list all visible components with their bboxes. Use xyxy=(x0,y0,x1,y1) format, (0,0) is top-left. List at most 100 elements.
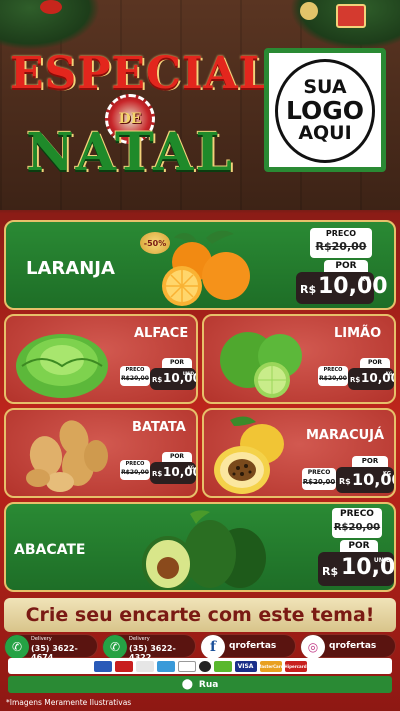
por-label: POR xyxy=(352,456,388,467)
new-price: 10,00 xyxy=(318,274,388,299)
title-especial: ESPECIAL xyxy=(10,48,271,99)
unit: KG xyxy=(383,471,391,477)
facebook-icon: f xyxy=(201,635,225,659)
currency: R$ xyxy=(339,477,351,486)
visa-icon: VISA xyxy=(234,660,257,672)
logo-circle: SUA LOGO AQUI xyxy=(275,59,375,163)
old-price-box: PRECO R$20,00 xyxy=(120,460,150,480)
product-name: BATATA xyxy=(132,420,186,435)
location-pin-icon: ⬤ xyxy=(181,679,193,690)
ornament-icon xyxy=(40,0,62,14)
currency: R$ xyxy=(350,376,361,384)
preco-label: PRECO xyxy=(340,509,374,519)
contact-phone-2[interactable]: ✆ Delivery (35) 3622-4322 xyxy=(102,634,196,662)
facebook-handle: qrofertas xyxy=(229,641,277,651)
old-price-box: PRECO R$20,00 xyxy=(302,468,336,490)
disclaimer: *Imagens Meramente Ilustrativas xyxy=(6,698,132,707)
address-bar[interactable]: ⬤ Rua xyxy=(8,676,392,693)
flyer: ESPECIAL DE NATAL SUA LOGO AQUI LARANJA … xyxy=(0,0,400,711)
contact-phone-1[interactable]: ✆ Delivery (35) 3622-4674 xyxy=(4,634,98,662)
old-price: R$20,00 xyxy=(319,375,347,382)
logo-text-line1: SUA xyxy=(303,75,347,98)
currency: R$ xyxy=(152,470,163,478)
product-name: MARACUJÁ xyxy=(306,428,385,443)
old-price-box: PRECO R$20,00 xyxy=(318,366,348,386)
new-price-box: R$ 10,00 UNID xyxy=(318,552,394,586)
title-natal: NATAL xyxy=(26,122,234,183)
unit: KG xyxy=(187,465,194,470)
phone-icon: ✆ xyxy=(103,635,127,659)
card-icon xyxy=(156,660,175,672)
orange-fruit-image xyxy=(162,230,250,306)
new-price-box: R$ 10,00 KG xyxy=(150,462,196,484)
card-icon xyxy=(198,660,211,672)
por-label: POR xyxy=(162,358,192,368)
old-price-box: PRECO R$20,00 xyxy=(332,508,382,538)
logo-text-line2: LOGO xyxy=(285,95,365,125)
hipercard-icon: Hipercard xyxy=(284,660,307,672)
title-especial-de-natal: ESPECIAL DE NATAL xyxy=(10,48,271,183)
old-price-box: PRECO R$20,00 xyxy=(310,228,372,258)
old-price: R$20,00 xyxy=(121,469,149,476)
address-text: Rua xyxy=(198,679,219,690)
potato-image xyxy=(26,420,108,492)
payment-methods: VISA MasterCard Hipercard xyxy=(8,658,392,674)
card-icon xyxy=(135,660,154,672)
product-card-batata: BATATA PRECO R$20,00 POR R$ 10,00 KG xyxy=(4,408,198,498)
currency: R$ xyxy=(152,376,163,384)
mastercard-icon: MasterCard xyxy=(257,660,284,672)
instagram-handle: qrofertas xyxy=(329,641,377,651)
old-price-box: PRECO R$20,00 xyxy=(120,366,150,386)
old-price: R$20,00 xyxy=(302,478,336,486)
unit: UNID xyxy=(182,371,194,376)
unit: KG xyxy=(360,276,370,283)
old-price: R$20,00 xyxy=(315,240,367,253)
card-icon xyxy=(177,660,196,672)
instagram-icon: ◎ xyxy=(301,635,325,659)
new-price-box: R$ 10,00 KG xyxy=(296,272,388,304)
contact-label: Delivery xyxy=(129,636,150,642)
new-price-box: R$ 10,00 KG xyxy=(348,368,394,390)
gift-icon xyxy=(336,4,366,28)
logo-placeholder: SUA LOGO AQUI xyxy=(264,48,386,172)
preco-label: PRECO xyxy=(125,461,145,467)
header: ESPECIAL DE NATAL SUA LOGO AQUI xyxy=(0,0,400,210)
ornament-icon xyxy=(300,2,318,20)
new-price-box: R$ 10,00 KG xyxy=(336,467,394,493)
card-icon xyxy=(213,660,232,672)
contact-facebook[interactable]: f qrofertas xyxy=(200,634,296,659)
product-name: LARANJA xyxy=(26,258,115,279)
card-icon xyxy=(114,660,133,672)
product-name: ALFACE xyxy=(134,326,189,341)
preco-label: PRECO xyxy=(325,229,357,238)
old-price: R$20,00 xyxy=(333,522,381,533)
contact-instagram[interactable]: ◎ qrofertas xyxy=(300,634,396,659)
preco-label: PRECO xyxy=(323,367,343,373)
unit: KG xyxy=(385,371,392,376)
unit: UNID xyxy=(373,557,391,564)
whatsapp-icon: ✆ xyxy=(5,635,29,659)
product-name: ABACATE xyxy=(14,542,86,558)
product-card-abacate: ABACATE PRECO R$20,00 POR R$ 10,00 UNID xyxy=(4,502,396,592)
card-icon xyxy=(93,660,112,672)
currency: R$ xyxy=(322,565,339,578)
passion-fruit-image xyxy=(214,416,284,494)
por-label: POR xyxy=(162,452,192,462)
por-label: POR xyxy=(360,358,390,368)
por-label: POR xyxy=(324,260,368,272)
product-name: LIMÃO xyxy=(334,326,382,341)
preco-label: PRECO xyxy=(125,367,145,373)
por-label: POR xyxy=(340,540,378,552)
product-card-alface: ALFACE PRECO R$20,00 POR R$ 10,00 UNID xyxy=(4,314,198,404)
contact-label: Delivery xyxy=(31,636,52,642)
product-card-maracuja: MARACUJÁ PRECO R$20,00 POR R$ 10,00 KG xyxy=(202,408,396,498)
avocado-image xyxy=(142,510,266,590)
lime-image xyxy=(220,332,302,398)
cta-banner: Crie seu encarte com este tema! xyxy=(4,598,396,632)
currency: R$ xyxy=(300,283,317,296)
product-card-laranja: LARANJA -50% PRECO R$20,00 POR R$ 10,00 … xyxy=(4,220,396,310)
preco-label: PRECO xyxy=(307,469,331,476)
new-price-box: R$ 10,00 UNID xyxy=(150,368,196,390)
lettuce-image xyxy=(16,334,108,398)
product-card-limao: LIMÃO PRECO R$20,00 POR R$ 10,00 KG xyxy=(202,314,396,404)
